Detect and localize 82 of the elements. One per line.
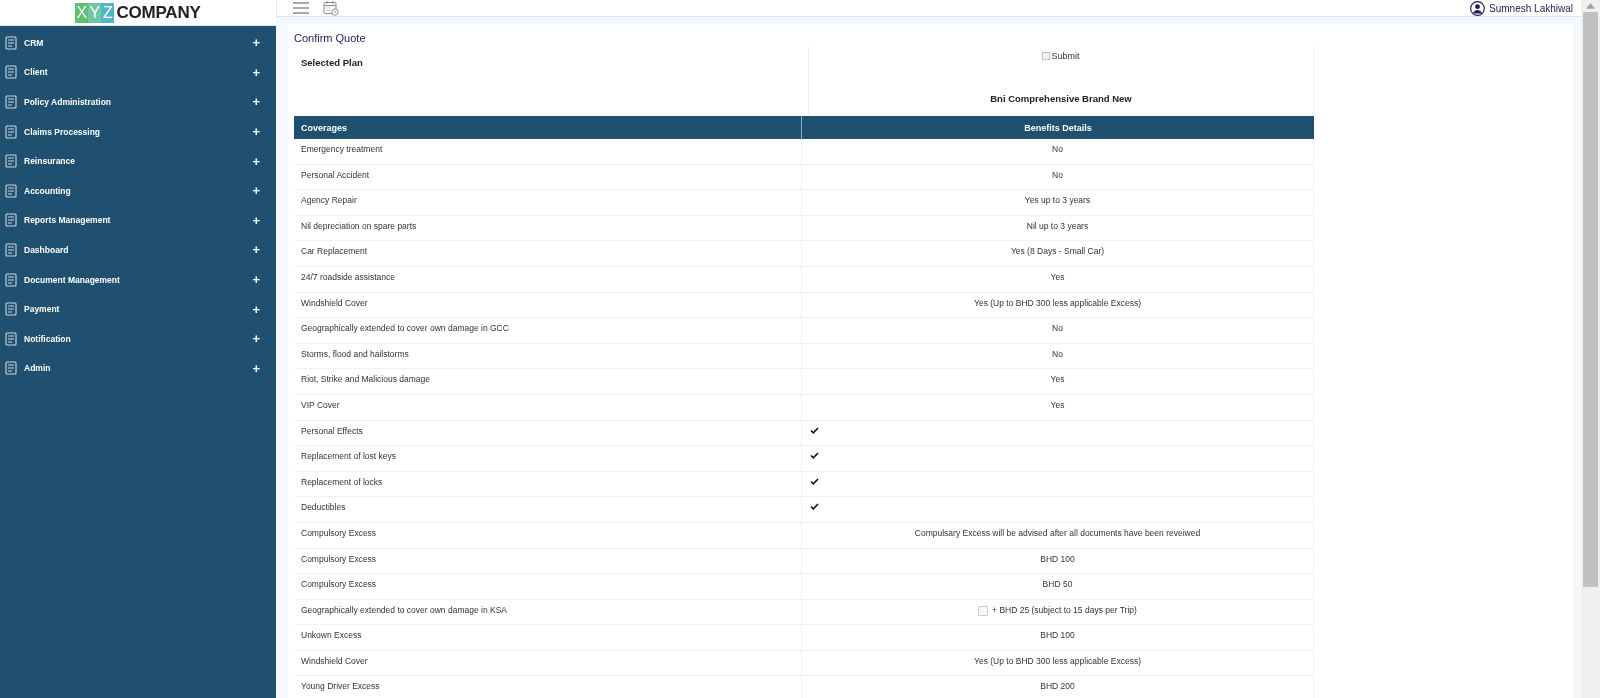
up-arrow-icon[interactable] [1586, 3, 1595, 9]
sidebar-item[interactable]: Notification + [0, 323, 276, 354]
checkmark-icon [810, 452, 819, 460]
table-cell: Storms, flood and hailstorms [301, 348, 409, 359]
table-cell: No [1052, 144, 1063, 154]
table-cell: Windshield Cover [301, 297, 368, 308]
sidebar-item[interactable]: CRM + [0, 28, 276, 58]
company-logo: XYZ COMPANY [75, 2, 201, 23]
table-cell: Deductibles [301, 502, 346, 513]
document-icon [4, 35, 18, 50]
sidebar-item[interactable]: Admin + [0, 353, 276, 384]
table-cell: Personal Effects [301, 425, 363, 436]
sidebar-item[interactable]: Reinsurance + [0, 146, 276, 176]
table-cell: Car Replacement [301, 246, 368, 257]
document-icon [4, 272, 18, 287]
document-icon [4, 124, 18, 139]
table-cell: BHD 50 [1042, 579, 1073, 590]
table-cell: VIP Cover [301, 399, 340, 410]
table-cell: Yes [1050, 374, 1065, 385]
sidebar-item[interactable]: Reports Management + [0, 205, 276, 236]
sidebar-item[interactable]: Claims Processing + [0, 116, 276, 147]
checkmark-icon [810, 426, 819, 434]
column-header: Benefits Details [1023, 121, 1093, 135]
menu-icon[interactable] [293, 2, 309, 14]
sidebar-item[interactable]: Dashboard + [0, 235, 276, 265]
user-name[interactable]: Sumnesh Lakhiwal [1489, 2, 1573, 14]
sidebar-item[interactable]: Document Management + [0, 264, 276, 295]
table-cell: No [1052, 323, 1063, 334]
table-cell: Nil depreciation on spare parts [301, 220, 417, 231]
table-cell: Compulsory Excess [301, 527, 377, 538]
table-cell: Unkown Excess [301, 630, 362, 641]
table-cell: Yes (Up to BHD 300 less applicable Excess) [974, 297, 1141, 308]
table-cell: Emergency treatment [301, 144, 383, 154]
table-cell: Riot, Strike and Malicious damage [301, 374, 430, 385]
sidebar-item[interactable]: Accounting + [0, 175, 276, 206]
table-cell: Windshield Cover [301, 655, 368, 666]
table-cell: Yes [1050, 271, 1065, 282]
table-cell: No [1052, 169, 1063, 180]
sidebar-item[interactable]: Client + [0, 57, 276, 88]
document-icon [4, 361, 18, 376]
plan-label: Selected Plan [301, 57, 363, 68]
document-icon [4, 65, 18, 80]
column-header: Coverages [294, 116, 802, 139]
table-cell: Yes [1050, 399, 1065, 410]
document-icon [4, 154, 18, 169]
table-cell: Geographically extended to cover own damage in KSA [301, 604, 507, 615]
table-cell: BHD 200 [1040, 681, 1075, 692]
table-cell: Geographically extended to cover own damage in GCC [301, 323, 509, 334]
table-cell: + BHD 25 (subject to 15 days per Trip) [992, 604, 1137, 615]
plan-name: Bni Comprehensive Brand New [990, 93, 1132, 104]
document-icon [4, 302, 18, 317]
table-cell: 24/7 roadside assistance [301, 271, 396, 282]
table-cell: Agency Repair [301, 195, 357, 206]
scrollbar[interactable] [1581, 0, 1600, 698]
table-cell: Compulsary Excess will be advised after all documents have been reveiwed [914, 527, 1201, 538]
page-title: Confirm Quote [294, 32, 367, 45]
table-cell: Personal Accident [301, 169, 370, 180]
sidebar-item[interactable]: Policy Administration + [0, 87, 276, 117]
table-cell: No [1052, 348, 1063, 359]
table-cell: BHD 100 [1040, 630, 1075, 641]
calendar-icon[interactable] [323, 0, 339, 16]
broken-image[interactable]: Submit [1042, 51, 1080, 61]
table-cell: Nil up to 3 years [1026, 220, 1089, 231]
document-icon [4, 183, 18, 198]
checkmark-icon [810, 503, 819, 511]
table-cell: Compulsory Excess [301, 579, 377, 590]
sidebar-item[interactable]: Payment + [0, 294, 276, 324]
document-icon [4, 95, 18, 109]
user-icon[interactable] [1470, 0, 1486, 16]
table-cell: Yes (Up to BHD 300 less applicable Excess) [974, 655, 1141, 666]
document-icon [4, 213, 18, 228]
table-cell: Yes up to 3 years [1024, 195, 1091, 206]
table-cell: Young Driver Excess [301, 681, 380, 692]
table-cell: Replacement of locks [301, 476, 383, 487]
table-cell: BHD 100 [1040, 553, 1075, 564]
checkmark-icon [810, 477, 819, 485]
document-icon [4, 242, 18, 257]
table-cell: Replacement of lost keys [301, 451, 396, 462]
checkbox[interactable] [978, 605, 989, 616]
document-icon [4, 331, 18, 346]
table-cell: Yes (8 Days - Small Car) [1010, 246, 1105, 257]
table-cell: Compulsory Excess [301, 553, 377, 564]
